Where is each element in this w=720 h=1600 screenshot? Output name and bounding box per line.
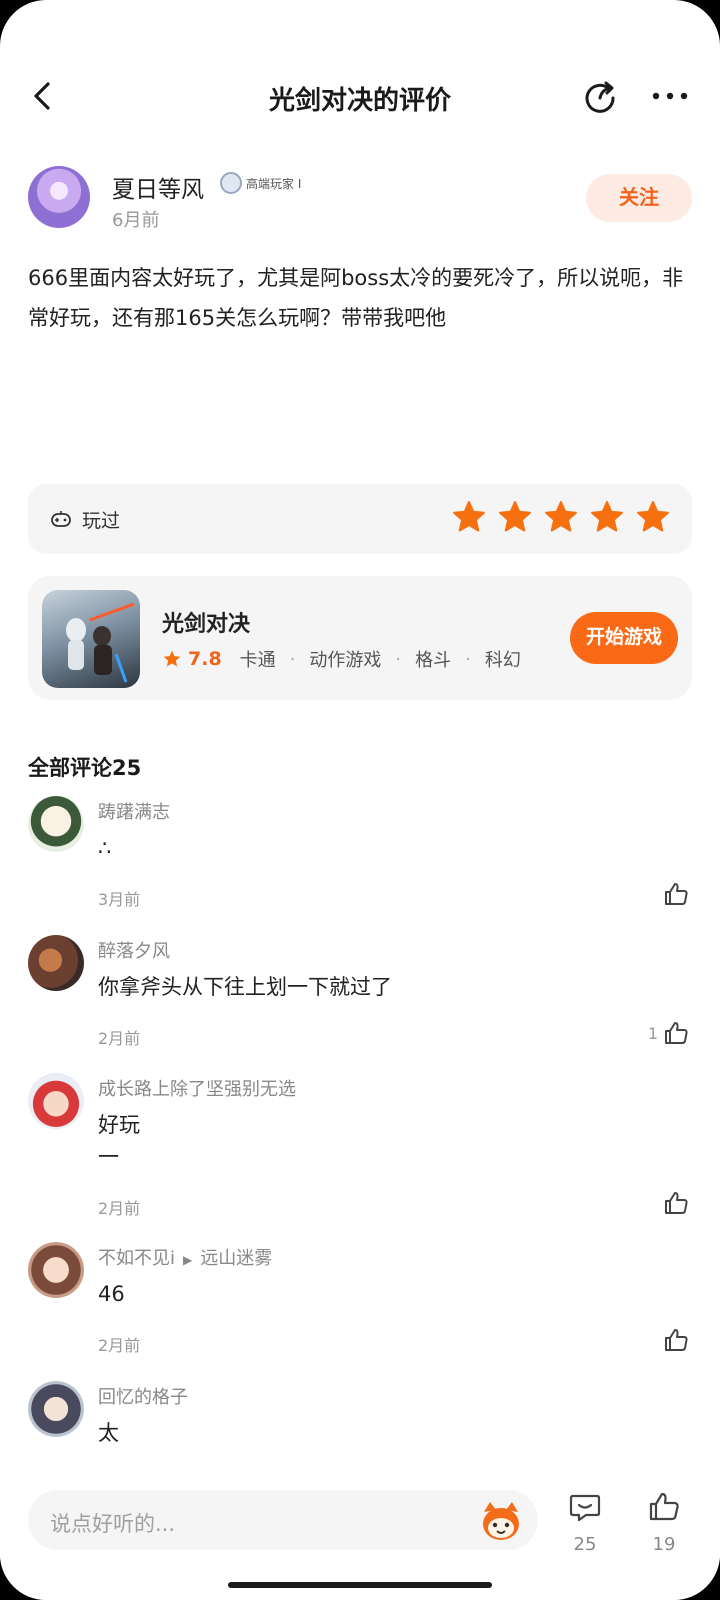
star-rating <box>452 500 670 534</box>
commenter-name[interactable]: 踌躇满志 <box>98 798 170 824</box>
comment-bubble-icon <box>569 1494 601 1522</box>
comment-item: 回忆的格子 太 <box>28 1381 692 1461</box>
avatar[interactable] <box>28 1242 84 1298</box>
comment-count-button[interactable]: 25 <box>563 1490 607 1555</box>
like-count: 19 <box>652 1534 676 1555</box>
thumbs-up-icon <box>665 1022 688 1044</box>
review-time: 6月前 <box>112 210 160 231</box>
thumbs-up-icon <box>665 1329 688 1351</box>
comments-heading: 全部评论25 <box>28 756 142 780</box>
comment-text: 46 <box>98 1282 125 1306</box>
star-icon <box>637 501 669 532</box>
star-icon <box>591 501 623 532</box>
comment-item: 成长路上除了坚强别无选 好玩 一 2月前 <box>28 1073 692 1223</box>
like-button[interactable] <box>658 880 690 908</box>
avatar[interactable] <box>28 1073 84 1129</box>
comment-time: 3月前 <box>98 890 141 909</box>
game-tag: 科幻 <box>484 650 521 671</box>
game-tag: 动作游戏 <box>309 650 382 671</box>
comment-text: ∴ <box>98 836 112 860</box>
commenter-name[interactable]: 回忆的格子 <box>98 1383 188 1409</box>
follow-button[interactable]: 关注 <box>586 174 692 222</box>
game-card[interactable]: 光剑对决 7.8 卡通 · 动作游戏 · 格斗 · 科幻 开始游戏 <box>28 576 692 700</box>
start-game-button[interactable]: 开始游戏 <box>570 612 678 664</box>
like-button[interactable] <box>658 1189 690 1217</box>
tag-separator: · <box>465 648 471 670</box>
like-count: 1 <box>647 1023 658 1043</box>
avatar[interactable] <box>28 935 84 991</box>
reply-target-name[interactable]: 远山迷雾 <box>200 1248 272 1269</box>
commenter-name[interactable]: 成长路上除了坚强别无选 <box>98 1075 296 1101</box>
comment-count: 25 <box>573 1534 597 1555</box>
played-label: 玩过 <box>82 510 121 532</box>
comment-text: 好玩 一 <box>98 1113 140 1169</box>
comment-time: 2月前 <box>98 1199 141 1218</box>
played-rating-bar: 玩过 <box>28 484 692 554</box>
star-icon <box>453 501 485 532</box>
player-badge: 高端玩家 I <box>220 172 301 194</box>
more-options-icon[interactable] <box>648 76 692 116</box>
tag-separator: · <box>289 648 296 670</box>
comment-time: 2月前 <box>98 1029 141 1048</box>
comment-text: 你拿斧头从下往上划一下就过了 <box>98 975 392 999</box>
comment-input[interactable] <box>28 1490 538 1550</box>
review-author: 夏日等风 高端玩家 I 6月前 关注 <box>28 166 692 236</box>
commenter-name[interactable]: 不如不见i <box>98 1248 175 1269</box>
mascot-emoji-icon[interactable] <box>478 1498 524 1544</box>
avatar[interactable] <box>28 166 90 228</box>
badge-icon <box>220 172 242 194</box>
like-review-button[interactable]: 19 <box>642 1490 686 1555</box>
commenter-name[interactable]: 醉落夕风 <box>98 937 170 963</box>
game-tag: 卡通 <box>239 650 276 671</box>
like-button[interactable]: 1 <box>648 1019 690 1047</box>
comment-item: 踌躇满志 ∴ 3月前 <box>28 796 692 916</box>
game-name[interactable]: 光剑对决 <box>162 606 250 638</box>
comment-time: 2月前 <box>98 1336 141 1355</box>
thumbs-up-icon <box>665 1192 688 1214</box>
game-tag: 格斗 <box>415 650 452 671</box>
home-indicator[interactable] <box>228 1582 492 1588</box>
avatar[interactable] <box>28 1381 84 1437</box>
commenter-name-row: 不如不见i ▶ 远山迷雾 <box>98 1244 272 1270</box>
screen: 光剑对决的评价 夏日等风 高端玩家 I 6月前 关注 666里面内容太好玩了，尤… <box>0 0 720 1600</box>
share-icon[interactable] <box>580 76 620 116</box>
thumbs-up-icon <box>649 1492 679 1521</box>
star-icon <box>163 650 181 667</box>
tag-separator: · <box>395 648 402 670</box>
gamepad-icon <box>51 511 71 527</box>
game-thumbnail[interactable] <box>42 590 140 688</box>
review-text: 666里面内容太好玩了，尤其是阿boss太冷的要死冷了，所以说呃，非常好玩，还有… <box>28 266 684 330</box>
star-icon <box>499 501 531 532</box>
reply-arrow-icon: ▶ <box>183 1253 193 1267</box>
comment-text: 太 <box>98 1421 119 1445</box>
author-name[interactable]: 夏日等风 <box>112 170 204 204</box>
game-rating: 7.8 <box>188 648 222 670</box>
thumbs-up-icon <box>665 883 688 905</box>
game-meta: 7.8 卡通 · 动作游戏 · 格斗 · 科幻 <box>162 646 535 672</box>
comment-item: 不如不见i ▶ 远山迷雾 46 2月前 <box>28 1242 692 1362</box>
star-icon <box>545 501 577 532</box>
avatar[interactable] <box>28 796 84 852</box>
top-nav-bar: 光剑对决的评价 <box>0 62 720 134</box>
badge-label: 高端玩家 I <box>246 176 302 191</box>
like-button[interactable] <box>658 1326 690 1354</box>
comment-item: 醉落夕风 你拿斧头从下往上划一下就过了 2月前 1 <box>28 935 692 1055</box>
